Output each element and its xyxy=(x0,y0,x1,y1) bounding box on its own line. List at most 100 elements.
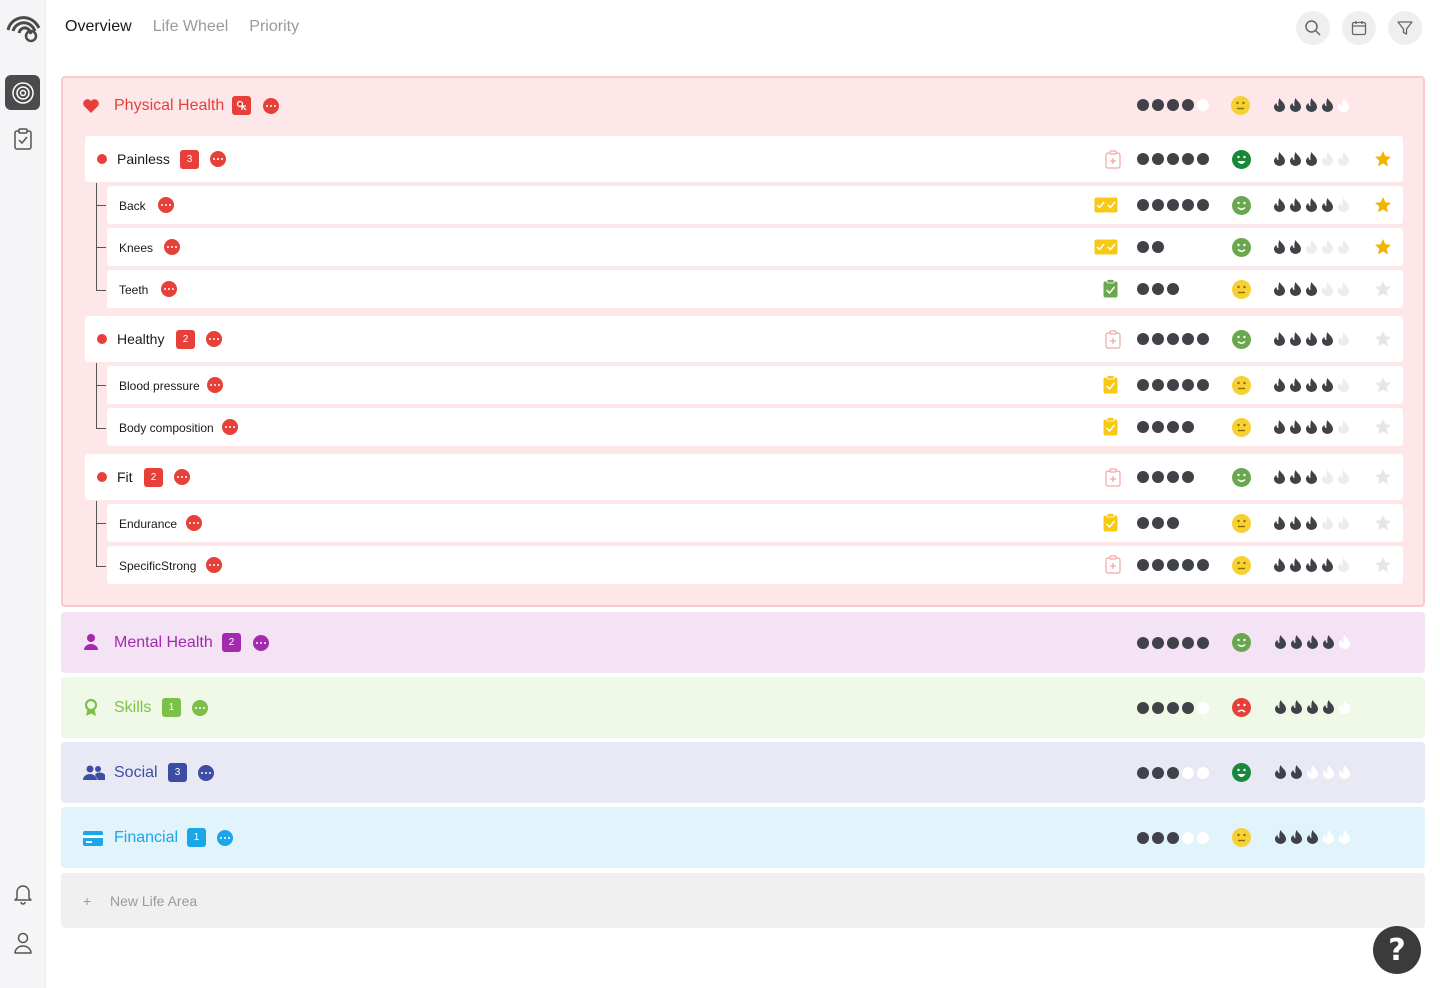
more-options-icon[interactable] xyxy=(206,331,222,347)
double-clipboard-icon[interactable] xyxy=(1094,195,1118,214)
more-options-icon[interactable] xyxy=(206,557,222,573)
calendar-button[interactable] xyxy=(1342,11,1376,45)
clipboard-check-icon[interactable] xyxy=(1103,417,1118,436)
double-clipboard-icon[interactable] xyxy=(1094,237,1118,256)
more-options-icon[interactable] xyxy=(210,151,226,167)
tasks-nav-button[interactable] xyxy=(5,121,40,156)
tree-branch xyxy=(96,428,106,429)
effort-flames xyxy=(1274,765,1351,779)
sub-goal-title[interactable]: Endurance xyxy=(119,517,177,531)
flame-icon xyxy=(1306,152,1317,166)
area-title[interactable]: Physical Health xyxy=(114,97,224,115)
area-physical-health[interactable]: Physical Health Painless 3 Back Knees Te… xyxy=(61,76,1425,607)
star-icon[interactable] xyxy=(1374,150,1392,168)
goal-row-fit[interactable]: Fit 2 xyxy=(85,454,1403,500)
clipboard-check-icon[interactable] xyxy=(1103,279,1118,298)
more-options-icon[interactable] xyxy=(158,197,174,213)
clipboard-check-icon[interactable] xyxy=(1103,375,1118,394)
tree-branch xyxy=(96,247,106,248)
goal-title[interactable]: Healthy xyxy=(117,331,164,347)
sub-goal-row-knees[interactable]: Knees xyxy=(107,228,1403,266)
sub-goal-row-endurance[interactable]: Endurance xyxy=(107,504,1403,542)
more-options-icon[interactable] xyxy=(198,765,214,781)
star-icon[interactable] xyxy=(1374,196,1392,214)
goal-count-badge[interactable]: 1 xyxy=(187,828,206,847)
clipboard-check-icon[interactable] xyxy=(1103,513,1118,532)
more-options-icon[interactable] xyxy=(253,635,269,651)
help-button[interactable]: ? xyxy=(1373,926,1421,974)
sub-goal-title[interactable]: Blood pressure xyxy=(119,379,200,393)
star-icon[interactable] xyxy=(1374,468,1392,486)
more-options-icon[interactable] xyxy=(164,239,180,255)
tab-overview[interactable]: Overview xyxy=(65,18,132,36)
more-options-icon[interactable] xyxy=(192,700,208,716)
medical-clipboard-icon[interactable] xyxy=(1105,555,1121,574)
medical-clipboard-icon[interactable] xyxy=(1105,468,1121,487)
more-options-icon[interactable] xyxy=(174,469,190,485)
logo-icon[interactable] xyxy=(5,10,41,44)
progress-dots xyxy=(1137,99,1209,111)
star-icon[interactable] xyxy=(1374,280,1392,298)
goal-row-painless[interactable]: Painless 3 xyxy=(85,136,1403,182)
goal-count-badge[interactable]: 3 xyxy=(180,150,199,169)
sub-goal-row-teeth[interactable]: Teeth xyxy=(107,270,1403,308)
sub-goal-row-blood-pressure[interactable]: Blood pressure xyxy=(107,366,1403,404)
more-options-icon[interactable] xyxy=(222,419,238,435)
award-icon xyxy=(81,698,101,718)
sub-goal-title[interactable]: Body composition xyxy=(119,421,214,435)
star-icon[interactable] xyxy=(1374,238,1392,256)
goal-count-badge[interactable]: 2 xyxy=(144,468,163,487)
goal-count-badge[interactable]: 3 xyxy=(168,763,187,782)
star-icon[interactable] xyxy=(1374,514,1392,532)
goal-count-badge[interactable]: 2 xyxy=(222,633,241,652)
more-options-icon[interactable] xyxy=(263,98,279,114)
area-skills[interactable]: Skills 1 xyxy=(61,677,1425,738)
star-icon[interactable] xyxy=(1374,556,1392,574)
area-title[interactable]: Financial xyxy=(114,829,178,847)
goals-nav-button[interactable] xyxy=(5,75,40,110)
goal-title[interactable]: Painless xyxy=(117,151,170,167)
sub-goal-title[interactable]: Teeth xyxy=(119,283,148,297)
progress-dots xyxy=(1137,241,1209,253)
area-social[interactable]: Social 3 xyxy=(61,742,1425,803)
sub-goal-row-back[interactable]: Back xyxy=(107,186,1403,224)
area-title[interactable]: Social xyxy=(114,764,158,782)
progress-dots xyxy=(1137,283,1209,295)
sub-goal-title[interactable]: Back xyxy=(119,199,146,213)
area-financial[interactable]: Financial 1 xyxy=(61,807,1425,868)
star-icon[interactable] xyxy=(1374,376,1392,394)
sub-goal-row-specificstrong[interactable]: SpecificStrong xyxy=(107,546,1403,584)
progress-dots xyxy=(1137,199,1209,211)
sub-goal-title[interactable]: Knees xyxy=(119,241,153,255)
user-icon xyxy=(13,932,32,954)
star-icon[interactable] xyxy=(1374,330,1392,348)
sub-goal-title[interactable]: SpecificStrong xyxy=(119,559,196,573)
progress-dot-filled xyxy=(1197,637,1209,649)
goal-count-badge[interactable]: 2 xyxy=(176,330,195,349)
tab-life-wheel[interactable]: Life Wheel xyxy=(153,18,229,36)
profile-button[interactable] xyxy=(5,925,40,960)
medical-clipboard-icon[interactable] xyxy=(1105,150,1121,169)
area-title[interactable]: Mental Health xyxy=(114,634,213,652)
more-options-icon[interactable] xyxy=(186,515,202,531)
notifications-button[interactable] xyxy=(5,876,40,911)
goal-count-badge[interactable] xyxy=(232,96,251,115)
sub-goal-row-body-composition[interactable]: Body composition xyxy=(107,408,1403,446)
medical-clipboard-icon[interactable] xyxy=(1105,330,1121,349)
flame-icon xyxy=(1338,152,1349,166)
filter-button[interactable] xyxy=(1388,11,1422,45)
area-title[interactable]: Skills xyxy=(114,699,151,717)
goal-title[interactable]: Fit xyxy=(117,469,133,485)
more-options-icon[interactable] xyxy=(161,281,177,297)
area-header[interactable]: Physical Health xyxy=(61,76,1421,136)
goal-count-badge[interactable]: 1 xyxy=(162,698,181,717)
new-life-area-button[interactable]: + New Life Area xyxy=(61,873,1425,928)
progress-dot-filled xyxy=(1197,333,1209,345)
star-icon[interactable] xyxy=(1374,418,1392,436)
more-options-icon[interactable] xyxy=(217,830,233,846)
search-button[interactable] xyxy=(1296,11,1330,45)
area-mental-health[interactable]: Mental Health 2 xyxy=(61,612,1425,673)
tab-priority[interactable]: Priority xyxy=(249,18,299,36)
goal-row-healthy[interactable]: Healthy 2 xyxy=(85,316,1403,362)
more-options-icon[interactable] xyxy=(207,377,223,393)
